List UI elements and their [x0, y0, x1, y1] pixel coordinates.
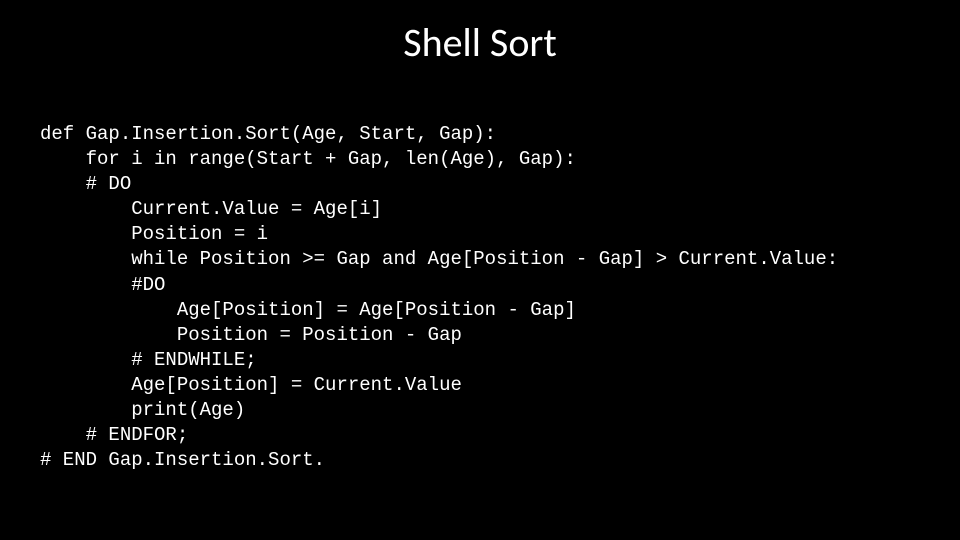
code-block: def Gap.Insertion.Sort(Age, Start, Gap):… — [0, 97, 960, 473]
code-line: Age[Position] = Current.Value — [40, 374, 462, 396]
code-line: Position = i — [40, 223, 268, 245]
code-line: # END Gap.Insertion.Sort. — [40, 449, 325, 471]
code-line: def Gap.Insertion.Sort(Age, Start, Gap): — [40, 123, 496, 145]
code-line: while Position >= Gap and Age[Position -… — [40, 248, 838, 270]
slide: Shell Sort def Gap.Insertion.Sort(Age, S… — [0, 0, 960, 540]
code-line: for i in range(Start + Gap, len(Age), Ga… — [40, 148, 576, 170]
code-line: # ENDFOR; — [40, 424, 188, 446]
code-line: # DO — [40, 173, 131, 195]
code-line: print(Age) — [40, 399, 245, 421]
code-line: Position = Position - Gap — [40, 324, 462, 346]
slide-title: Shell Sort — [0, 0, 960, 97]
code-line: Age[Position] = Age[Position - Gap] — [40, 299, 576, 321]
code-line: #DO — [40, 274, 165, 296]
code-line: # ENDWHILE; — [40, 349, 257, 371]
code-line: Current.Value = Age[i] — [40, 198, 382, 220]
